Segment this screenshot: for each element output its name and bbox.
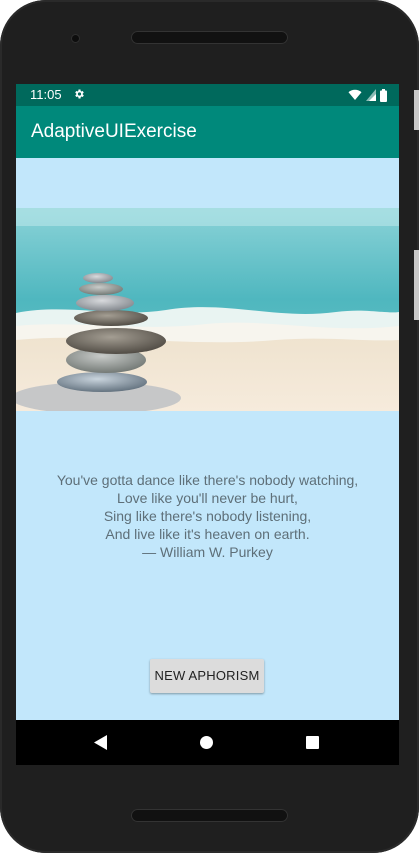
aphorism-author: — William W. Purkey	[142, 544, 273, 560]
main-content: You've gotta dance like there's nobody w…	[16, 158, 399, 720]
app-title: AdaptiveUIExercise	[31, 121, 197, 142]
bottom-speaker	[131, 809, 288, 822]
aphorism-line: You've gotta dance like there's nobody w…	[56, 472, 359, 488]
aphorism-line: Love like you'll never be hurt,	[117, 490, 298, 506]
recents-square-icon[interactable]	[306, 736, 319, 749]
power-button[interactable]	[414, 250, 419, 320]
battery-icon	[380, 88, 387, 102]
wifi-icon	[348, 89, 362, 100]
volume-button[interactable]	[414, 90, 419, 130]
home-circle-icon[interactable]	[200, 736, 213, 749]
top-speaker	[131, 31, 288, 44]
front-camera	[72, 35, 79, 42]
navigation-bar	[16, 720, 399, 765]
app-bar: AdaptiveUIExercise	[16, 106, 399, 158]
status-bar: 11:05	[16, 84, 399, 106]
aphorism-line: Sing like there's nobody listening,	[103, 508, 312, 524]
cell-signal-icon	[366, 89, 376, 101]
aphorism-text: You've gotta dance like there's nobody w…	[16, 471, 399, 561]
back-triangle-icon[interactable]	[94, 735, 108, 750]
new-aphorism-button[interactable]: NEW APHORISM	[150, 659, 264, 693]
screen: 11:05 AdaptiveUIExercise You've gotta da…	[16, 84, 399, 765]
status-time: 11:05	[30, 87, 62, 102]
aphorism-line: And live like it's heaven on earth.	[105, 526, 310, 542]
status-icons	[348, 88, 387, 102]
beach-stones-image	[16, 208, 399, 411]
device-frame: 11:05 AdaptiveUIExercise You've gotta da…	[0, 0, 419, 853]
gear-icon	[75, 89, 84, 99]
